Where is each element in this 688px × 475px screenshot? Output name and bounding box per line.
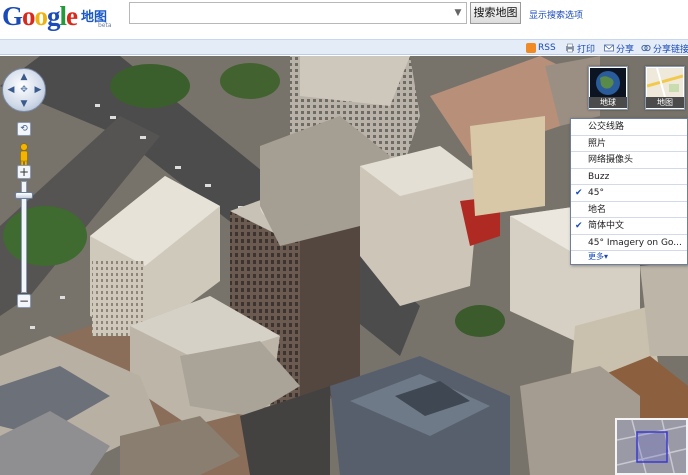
layers-more-link[interactable]: 更多▾ — [571, 251, 687, 264]
zoom-slider-thumb[interactable] — [15, 192, 33, 199]
rss-icon — [526, 43, 536, 53]
zoom-in-button[interactable]: + — [17, 165, 31, 179]
checkmark-icon: ✔ — [575, 188, 583, 198]
map-toolbar: RSS 打印 分享 分享链接 — [0, 39, 688, 55]
share-icon — [604, 44, 614, 52]
share-link-label: 分享链接 — [653, 44, 688, 55]
layer-item-label: 45° — [588, 188, 604, 198]
google-maps-logo[interactable]: Google 地图 — [2, 2, 107, 30]
logo-letter: e — [66, 1, 78, 31]
layer-item-label: 简体中文 — [588, 221, 625, 231]
print-icon — [566, 43, 574, 53]
map-type-earth-label: 地球 — [589, 97, 627, 108]
layer-item[interactable]: 地名 — [571, 202, 687, 218]
layer-item-label: 45° Imagery on Go... — [588, 237, 682, 248]
layer-item[interactable]: 45° Imagery on Go... — [571, 235, 687, 251]
layer-item[interactable]: ✔ 简体中文 — [571, 218, 687, 235]
layer-item[interactable]: ✔ 45° — [571, 185, 687, 202]
print-link[interactable]: 打印 — [565, 41, 595, 55]
pan-down-icon[interactable]: ▼ — [18, 98, 30, 110]
pan-right-icon[interactable]: ▶ — [32, 84, 44, 96]
pan-control[interactable]: ▲ ▼ ◀ ▶ ✥ — [2, 68, 46, 112]
layer-item-label: 网络摄像头 — [588, 155, 634, 165]
share-link[interactable]: 分享 — [604, 41, 634, 55]
logo-letter: o — [34, 1, 48, 31]
logo-word: Google — [2, 1, 78, 31]
map-type-map[interactable]: 地图 — [645, 66, 685, 110]
checkmark-icon: ✔ — [575, 221, 583, 231]
minimap-imagery — [617, 420, 686, 473]
share-link-2[interactable]: 分享链接 — [641, 41, 688, 55]
maps-window: Google 地图 beta ▼ 搜索地图 显示搜索选项 RSS 打印 分享 分… — [0, 0, 688, 475]
overview-minimap[interactable] — [615, 418, 688, 475]
map-thumbnail — [647, 68, 683, 97]
map-type-earth[interactable]: 地球 — [588, 66, 628, 110]
rotate-view-button[interactable]: ⟲ — [17, 122, 31, 136]
search-input[interactable] — [129, 2, 467, 24]
search-options-link[interactable]: 显示搜索选项 — [529, 8, 583, 21]
beta-badge: beta — [98, 22, 112, 29]
zoom-out-button[interactable]: − — [17, 294, 31, 308]
logo-letter: o — [22, 1, 35, 31]
layer-item-label: 照片 — [588, 138, 607, 149]
header: Google 地图 beta ▼ 搜索地图 显示搜索选项 — [0, 0, 688, 40]
print-label: 打印 — [577, 44, 596, 55]
rss-label: RSS — [538, 43, 556, 53]
compass-center-icon[interactable]: ✥ — [18, 84, 30, 96]
map-type-map-label: 地图 — [646, 97, 684, 108]
search-history-dropdown-icon[interactable]: ▼ — [452, 7, 464, 19]
share-label: 分享 — [616, 44, 635, 55]
logo-letter: G — [2, 1, 23, 31]
layer-item[interactable]: 照片 — [571, 136, 687, 152]
earth-thumbnail — [590, 68, 626, 97]
rss-link[interactable]: RSS — [526, 41, 556, 55]
logo-letter: g — [47, 1, 60, 31]
layer-item-label: 地名 — [588, 204, 607, 215]
layer-item[interactable]: Buzz — [571, 169, 687, 185]
pan-up-icon[interactable]: ▲ — [18, 71, 30, 83]
link-icon — [641, 44, 651, 52]
layer-item-label: 公交线路 — [588, 122, 625, 132]
layer-item-label: Buzz — [588, 171, 610, 182]
search-maps-button[interactable]: 搜索地图 — [470, 2, 521, 24]
pan-left-icon[interactable]: ◀ — [5, 84, 17, 96]
layer-item[interactable]: 网络摄像头 — [571, 152, 687, 169]
layers-menu: 公交线路照片网络摄像头 Buzz ✔ 45° 地名 ✔ 简体中文 45° Imagery on… — [570, 118, 688, 265]
layer-item[interactable]: 公交线路 — [571, 119, 687, 136]
